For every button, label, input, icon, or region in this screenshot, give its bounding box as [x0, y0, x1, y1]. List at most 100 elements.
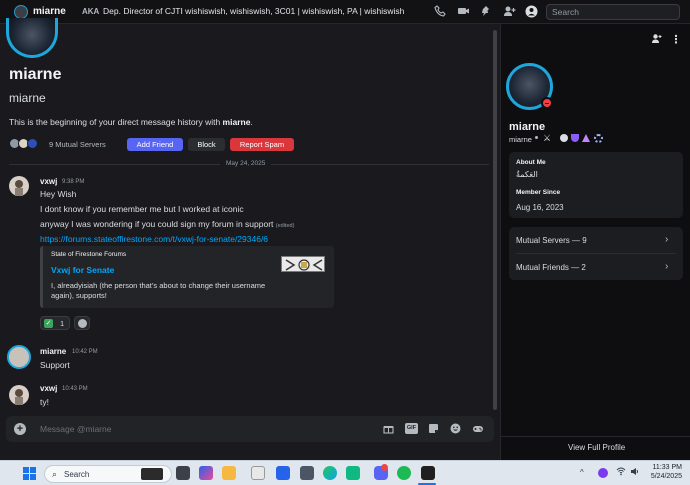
- video-call-icon[interactable]: [456, 5, 470, 19]
- gift-icon[interactable]: [383, 423, 394, 434]
- pin-icon[interactable]: [479, 5, 493, 19]
- message-line: Hey Wish: [40, 189, 77, 199]
- notepad-icon[interactable]: [251, 466, 265, 480]
- title-bar: miarne AKA Dep. Director of CJTI wishisw…: [0, 0, 690, 24]
- reaction-checkmark[interactable]: ✓ 1: [40, 316, 70, 330]
- add-friend-button[interactable]: Add Friend: [127, 138, 183, 151]
- profile-add-friend-icon[interactable]: [649, 33, 663, 47]
- message-author[interactable]: miarne: [40, 347, 66, 356]
- app-icon-gray[interactable]: [300, 466, 314, 480]
- embed-description: I, alreadyisiah (the person that’s about…: [51, 281, 265, 301]
- mutual-servers-link[interactable]: 9 Mutual Servers: [49, 140, 106, 149]
- sticker-icon[interactable]: [428, 423, 439, 434]
- forum-link[interactable]: https://forums.stateoffirestone.com/t/vx…: [40, 234, 268, 244]
- embed-desc-line: again), supports!: [51, 291, 107, 300]
- dm-title: miarne: [33, 6, 66, 17]
- task-view-icon[interactable]: [176, 466, 190, 480]
- clock[interactable]: 11:33 PM 5/24/2025: [640, 464, 682, 480]
- add-friends-icon[interactable]: [502, 5, 516, 19]
- chat-panel: miarne miarne This is the beginning of y…: [0, 18, 500, 460]
- about-me-label: About Me: [516, 159, 546, 166]
- mutual-server-icons[interactable]: [9, 138, 49, 150]
- badge-icon[interactable]: [560, 134, 568, 142]
- notification-badge: [381, 464, 388, 471]
- message-text: ty!: [40, 397, 49, 407]
- windows-taskbar: ⌕ Search ^ 11:33 PM 5/24/2025: [0, 460, 690, 485]
- embed-desc-line: I, alreadyisiah (the person that’s about…: [51, 281, 266, 290]
- message-timestamp: 10:42 PM: [72, 349, 98, 355]
- separator-dot: [535, 136, 538, 139]
- app-icon-blue[interactable]: [276, 466, 290, 480]
- mutual-friends-label: Mutual Friends — 2: [516, 263, 586, 272]
- message-avatar[interactable]: [9, 176, 29, 196]
- chevron-right-icon: ›: [665, 234, 669, 245]
- activity-game-icon[interactable]: [472, 423, 483, 434]
- message-author[interactable]: vxwj: [40, 177, 57, 186]
- search-icon: ⌕: [52, 469, 58, 479]
- add-reaction-button[interactable]: [74, 316, 90, 330]
- block-button[interactable]: Block: [188, 138, 225, 151]
- intro-prefix: This is the beginning of your direct mes…: [9, 117, 223, 127]
- view-full-profile-button[interactable]: View Full Profile: [568, 443, 625, 452]
- message-avatar[interactable]: [7, 345, 31, 369]
- aka-names: Dep. Director of CJTI wishiswish, wishis…: [103, 6, 405, 16]
- message-avatar[interactable]: [9, 385, 29, 405]
- app-icon-dark[interactable]: [421, 466, 435, 480]
- dm-intro-text: This is the beginning of your direct mes…: [9, 117, 253, 127]
- chevron-right-icon: ›: [665, 261, 669, 272]
- triangle-badge-icon[interactable]: [582, 134, 590, 142]
- shield-badge-icon[interactable]: [571, 134, 579, 142]
- search-input[interactable]: Search: [546, 4, 680, 20]
- embed-site-name[interactable]: State of Firestone Forums: [51, 251, 126, 258]
- check-emoji-icon: ✓: [44, 319, 53, 328]
- mutual-friends-row[interactable]: Mutual Friends — 2 ›: [509, 254, 683, 280]
- profile-username: miarne: [509, 135, 532, 144]
- gear-badge-icon[interactable]: [594, 134, 603, 143]
- emoji-icon[interactable]: [450, 423, 461, 434]
- wifi-icon[interactable]: [616, 467, 626, 478]
- chat-scrollbar[interactable]: [493, 30, 497, 410]
- app-icon-green[interactable]: [346, 466, 360, 480]
- windows-start-icon[interactable]: [23, 467, 36, 480]
- mutual-servers-row[interactable]: Mutual Servers — 9 ›: [509, 227, 683, 253]
- edited-tag: (edited): [275, 223, 295, 229]
- intro-name: miarne: [222, 117, 251, 127]
- mutual-server-avatar: [27, 138, 38, 149]
- message-timestamp: 10:43 PM: [62, 386, 88, 392]
- file-explorer-icon[interactable]: [222, 466, 236, 480]
- tray-app-icon[interactable]: [598, 468, 608, 478]
- message-composer[interactable]: + Message @miarne GIF: [6, 416, 494, 442]
- user-avatar[interactable]: [14, 5, 28, 19]
- clock-time: 11:33 PM: [652, 464, 682, 471]
- message-line: I dont know if you remember me but I wor…: [40, 204, 244, 214]
- spotify-icon[interactable]: [397, 466, 411, 480]
- message-text: Support: [40, 360, 70, 370]
- crossed-swords-icon[interactable]: ⚔: [543, 133, 551, 144]
- report-spam-button[interactable]: Report Spam: [230, 138, 294, 151]
- message-input[interactable]: Message @miarne: [40, 424, 111, 434]
- more-options-icon[interactable]: ⋮: [669, 33, 683, 47]
- message-author[interactable]: vxwj: [40, 384, 57, 393]
- taskbar-search[interactable]: ⌕ Search: [44, 465, 172, 483]
- panel-divider: [501, 436, 690, 437]
- gif-icon[interactable]: GIF: [405, 423, 418, 434]
- tray-chevron-icon[interactable]: ^: [580, 468, 584, 477]
- search-placeholder: Search: [552, 7, 579, 17]
- upload-plus-icon[interactable]: +: [14, 423, 26, 435]
- header-username: miarne: [9, 91, 46, 105]
- status-indicator: [541, 97, 553, 109]
- header-display-name: miarne: [9, 66, 62, 83]
- profile-display-name: miarne: [509, 121, 546, 133]
- intro-suffix: .: [250, 117, 253, 127]
- date-divider-label: May 24, 2025: [220, 160, 272, 167]
- user-profile-icon[interactable]: [524, 5, 538, 19]
- copilot-icon[interactable]: [199, 466, 213, 480]
- header-avatar: [6, 18, 58, 58]
- edge-browser-icon[interactable]: [323, 466, 337, 480]
- phone-icon[interactable]: [433, 5, 447, 19]
- embed-title[interactable]: Vxwj for Senate: [51, 265, 114, 275]
- volume-icon[interactable]: [630, 467, 640, 478]
- embed-thumbnail[interactable]: [281, 256, 325, 272]
- profile-panel: ⋮ miarne miarne ⚔ About Me العَكمةٌ Memb…: [500, 24, 690, 460]
- about-card: About Me العَكمةٌ Member Since Aug 16, 2…: [509, 152, 683, 218]
